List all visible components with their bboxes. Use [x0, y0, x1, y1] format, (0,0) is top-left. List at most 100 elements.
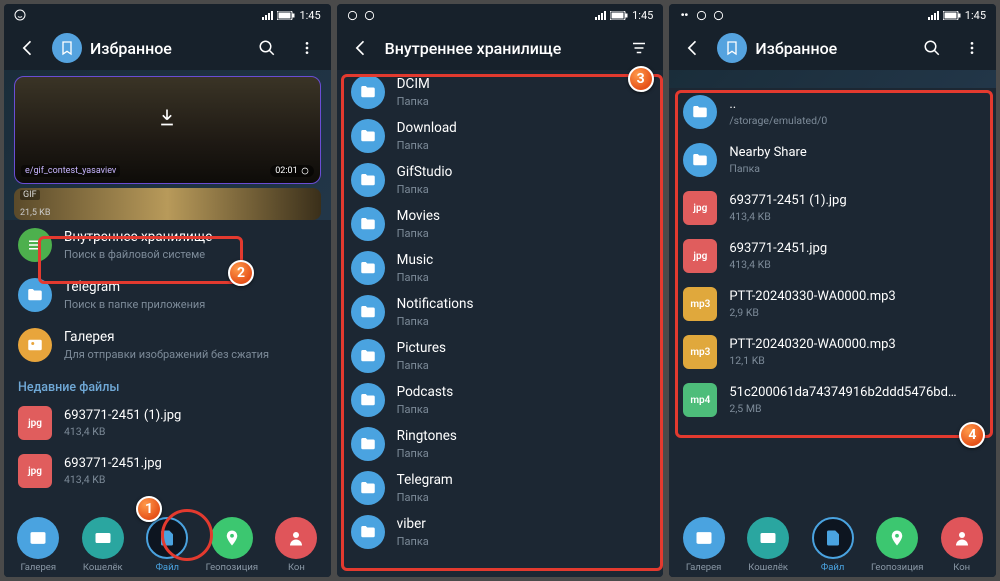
folder-name: GifStudio [397, 164, 453, 180]
folder-list: DCIM Папка Download Папка GifStudio Папк… [337, 70, 664, 577]
folder-sub: Папка [397, 183, 453, 196]
file-icon [812, 517, 854, 559]
saved-messages-icon[interactable] [52, 33, 82, 63]
bb-wallet[interactable]: Кошелёк [73, 517, 133, 573]
gif-size: 21,5 KB [20, 208, 50, 218]
item-name: Nearby Share [729, 145, 806, 161]
mp4-icon: mp4 [683, 383, 717, 417]
contact-icon [941, 517, 983, 559]
image-icon [18, 328, 52, 362]
folder-name: Download [397, 120, 457, 136]
whatsapp-icon [713, 10, 724, 21]
folder-item[interactable]: viber Папка [337, 510, 664, 554]
gif-message[interactable]: GIF 21,5 KB [14, 188, 321, 220]
signal-icon [262, 11, 273, 20]
battery-icon [610, 11, 628, 20]
viber-icon [696, 10, 707, 21]
header: Избранное [669, 26, 996, 70]
bb-contact[interactable]: Кон [932, 517, 992, 573]
video-caption: e/gif_contest_yasaviev [21, 165, 120, 177]
folder-icon [351, 251, 385, 285]
item-sub: 2,5 MB [729, 402, 959, 415]
attach-bottom-bar: Галерея Кошелёк Файл Геопозиция Кон [669, 511, 996, 577]
back-icon[interactable] [677, 32, 709, 64]
bb-contact[interactable]: Кон [266, 517, 326, 573]
header: Избранное [4, 26, 331, 70]
folder-sub: Папка [397, 359, 446, 372]
folder-icon [351, 75, 385, 109]
folder-item[interactable]: Download Папка [337, 114, 664, 158]
folder-icon [351, 427, 385, 461]
sort-icon[interactable] [623, 32, 655, 64]
more-icon[interactable] [956, 32, 988, 64]
video-duration: 02:01 [270, 165, 313, 177]
folder-sub: Папка [397, 403, 454, 416]
folder-item[interactable]: Music Папка [337, 246, 664, 290]
folder-item[interactable]: Pictures Папка [337, 334, 664, 378]
recent-file[interactable]: jpg 693771-2451 (1).jpg 413,4 KB [4, 399, 331, 447]
list-item[interactable]: Nearby Share Папка [669, 136, 996, 184]
item-name: 51c200061da74374916b2ddd5476bd6e.mp4 [729, 385, 959, 401]
bb-file[interactable]: Файл [137, 517, 197, 573]
attach-bottom-bar: Галерея Кошелёк Файл Геопозиция Кон [4, 511, 331, 577]
folder-up[interactable]: .. /storage/emulated/0 [669, 88, 996, 136]
folder-name: DCIM [397, 76, 430, 92]
back-icon[interactable] [345, 32, 377, 64]
wallet-icon [747, 517, 789, 559]
back-icon[interactable] [12, 32, 44, 64]
item-name: PTT-20240320-WA0000.mp3 [729, 337, 895, 353]
menu-gallery[interactable]: Галерея Для отправки изображений без сжа… [4, 320, 331, 370]
folder-item[interactable]: Ringtones Папка [337, 422, 664, 466]
list-item[interactable]: jpg 693771-2451 (1).jpg 413,4 KB [669, 184, 996, 232]
wallet-icon [82, 517, 124, 559]
bb-file[interactable]: Файл [803, 517, 863, 573]
viber-icon [347, 10, 358, 21]
bb-gallery[interactable]: Галерея [8, 517, 68, 573]
file-name: 693771-2451.jpg [64, 456, 162, 472]
search-icon[interactable] [916, 32, 948, 64]
bb-gallery[interactable]: Галерея [674, 517, 734, 573]
folder-name: Notifications [397, 296, 474, 312]
folder-icon [351, 515, 385, 549]
recent-file[interactable]: jpg 693771-2451.jpg 413,4 KB [4, 447, 331, 495]
folder-sub: Папка [397, 535, 429, 548]
bb-geo[interactable]: Геопозиция [867, 517, 927, 573]
more-icon[interactable] [291, 32, 323, 64]
folder-sub: Папка [397, 491, 453, 504]
clock: 1:45 [965, 9, 986, 22]
list-item[interactable]: jpg 693771-2451.jpg 413,4 KB [669, 232, 996, 280]
folder-item[interactable]: Telegram Папка [337, 466, 664, 510]
recent-files-label: Недавние файлы [4, 370, 331, 399]
menu-sub: Для отправки изображений без сжатия [64, 348, 269, 361]
folder-item[interactable]: GifStudio Папка [337, 158, 664, 202]
battery-icon [277, 11, 295, 20]
mp3-icon: mp3 [683, 335, 717, 369]
search-icon[interactable] [251, 32, 283, 64]
folder-item[interactable]: DCIM Папка [337, 70, 664, 114]
folder-name: Telegram [397, 472, 453, 488]
list-item[interactable]: mp3 PTT-20240330-WA0000.mp3 2,9 KB [669, 280, 996, 328]
list-item[interactable]: mp3 PTT-20240320-WA0000.mp3 12,1 KB [669, 328, 996, 376]
list-item[interactable]: mp4 51c200061da74374916b2ddd5476bd6e.mp4… [669, 376, 996, 424]
bb-geo[interactable]: Геопозиция [202, 517, 262, 573]
video-message[interactable]: e/gif_contest_yasaviev 02:01 [14, 76, 321, 184]
bb-wallet[interactable]: Кошелёк [738, 517, 798, 573]
download-icon [157, 107, 177, 127]
header-title: Внутреннее хранилище [385, 39, 616, 58]
folder-item[interactable]: Notifications Папка [337, 290, 664, 334]
saved-messages-icon[interactable] [717, 33, 747, 63]
folder-item[interactable]: Podcasts Папка [337, 378, 664, 422]
folder-icon [351, 471, 385, 505]
item-sub: Папка [729, 162, 806, 175]
menu-internal-storage[interactable]: Внутреннее хранилище Поиск в файловой си… [4, 220, 331, 270]
screen-3: 1:45 Избранное .. /storage/emulated/0 Ne… [669, 4, 996, 577]
folder-sub: Папка [397, 447, 457, 460]
menu-telegram[interactable]: Telegram Поиск в папке приложения [4, 270, 331, 320]
folder-sub: Папка [397, 271, 434, 284]
folder-item[interactable]: Movies Папка [337, 202, 664, 246]
menu-title: Telegram [64, 279, 205, 295]
status-bar: 1:45 [4, 4, 331, 26]
folder-icon [351, 383, 385, 417]
header-title: Избранное [755, 39, 908, 58]
folder-icon [351, 207, 385, 241]
